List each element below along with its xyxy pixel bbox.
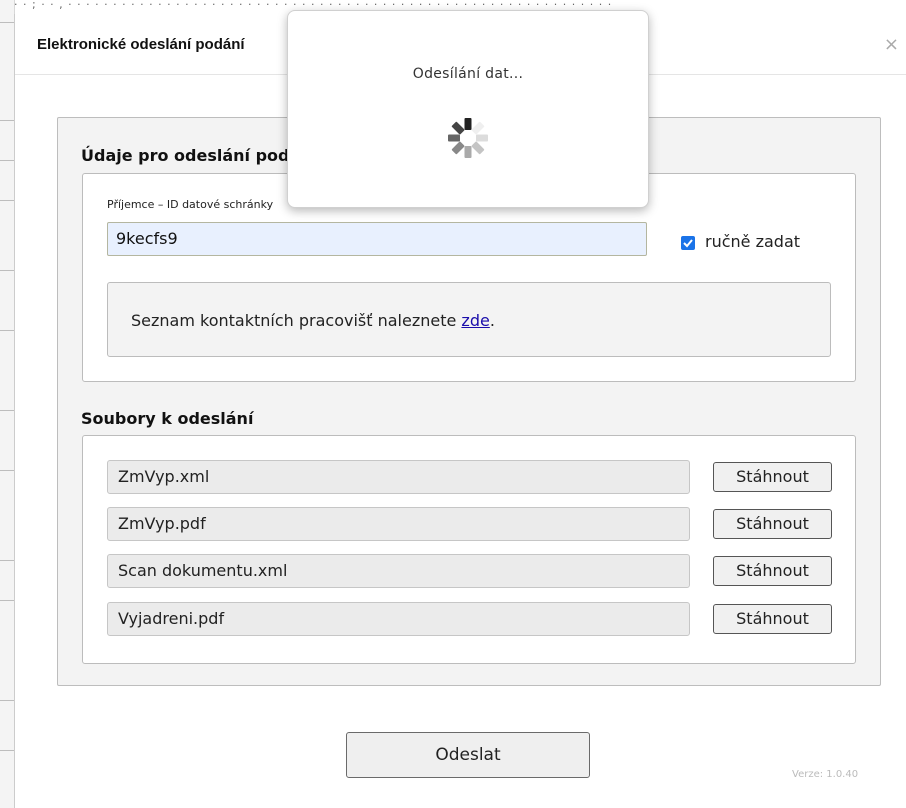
loading-text: Odesílání dat... (412, 66, 524, 82)
version-label: Verze: 1.0.40 (792, 769, 859, 780)
contact-list-link[interactable]: zde (461, 311, 489, 330)
file-name-field: Scan dokumentu.xml (107, 554, 690, 588)
contact-info-box: Seznam kontaktních pracovišť naleznete z… (107, 282, 831, 357)
files-box: ZmVyp.xml Stáhnout ZmVyp.pdf Stáhnout Sc… (82, 435, 856, 664)
file-name-field: ZmVyp.xml (107, 460, 690, 494)
download-button[interactable]: Stáhnout (713, 556, 832, 586)
close-icon[interactable]: × (884, 34, 899, 55)
background-page-edge (0, 0, 15, 808)
download-button[interactable]: Stáhnout (713, 509, 832, 539)
download-button[interactable]: Stáhnout (713, 462, 832, 492)
file-name-field: ZmVyp.pdf (107, 507, 690, 541)
file-name-field: Vyjadreni.pdf (107, 602, 690, 636)
contact-info-suffix: . (489, 311, 495, 330)
send-button[interactable]: Odeslat (346, 732, 590, 778)
contact-info-prefix: Seznam kontaktních pracovišť naleznete (131, 311, 462, 330)
recipient-id-input[interactable]: 9kecfs9 (107, 222, 647, 256)
dialog-title: Elektronické odeslání podání (37, 36, 245, 53)
checkmark-icon (683, 239, 693, 248)
recipient-section-title: Údaje pro odeslání podání (81, 146, 318, 165)
manual-entry-checkbox[interactable] (681, 236, 695, 250)
spinner-icon (448, 118, 488, 158)
download-button[interactable]: Stáhnout (713, 604, 832, 634)
contact-info-text: Seznam kontaktních pracovišť naleznete z… (131, 311, 495, 330)
loading-popup: Odesílání dat... (287, 10, 649, 208)
files-section-title: Soubory k odeslání (81, 409, 254, 428)
recipient-field-label: Příjemce – ID datové schránky (107, 198, 274, 211)
manual-entry-label[interactable]: ručně zadat (705, 232, 800, 251)
